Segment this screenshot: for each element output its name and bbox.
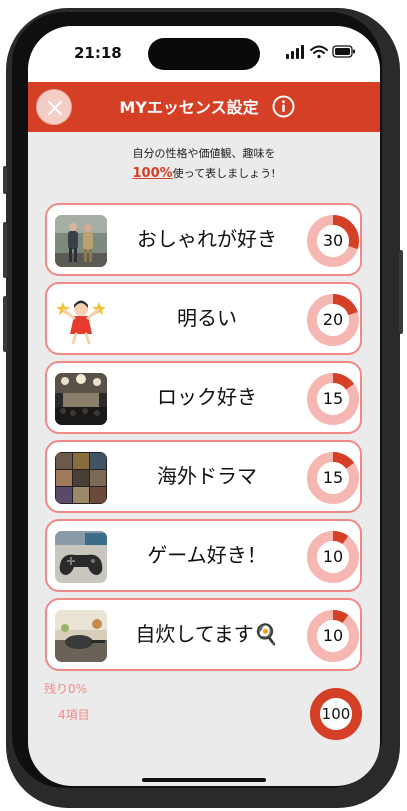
- wifi-icon: [310, 45, 328, 59]
- percent-ring[interactable]: 20: [307, 294, 359, 346]
- essence-thumbnail-drama: [55, 452, 107, 504]
- percent-value: 15: [322, 389, 344, 408]
- total-ring: 100: [310, 688, 362, 740]
- mute-switch: [3, 166, 7, 194]
- essence-thumbnail-rock: [55, 373, 107, 425]
- essence-thumbnail-cheerful: [55, 294, 107, 346]
- essence-label: 自炊してます🍳: [135, 622, 279, 646]
- essence-card[interactable]: ロック好き 15: [45, 361, 362, 434]
- essence-card[interactable]: おしゃれが好き 30: [45, 203, 362, 276]
- essence-card[interactable]: ゲーム好き！ 10: [45, 519, 362, 592]
- essence-card[interactable]: 自炊してます🍳 10: [45, 598, 362, 671]
- status-bar: 21:18: [28, 26, 380, 82]
- home-indicator[interactable]: [142, 778, 266, 782]
- essence-thumbnail-fashion: [55, 215, 107, 267]
- intro-line-2-rest: 使って表しましょう!: [172, 167, 276, 180]
- essence-label: 海外ドラマ: [157, 464, 257, 488]
- essence-thumbnail-cooking: [55, 610, 107, 662]
- intro-percent: 100%: [132, 166, 173, 181]
- essence-thumbnail-games: [55, 531, 107, 583]
- dynamic-island: [148, 38, 260, 70]
- total-value: 100: [321, 705, 351, 723]
- intro-text: 自分の性格や価値観、趣味を 100%使って表しましょう!: [28, 144, 380, 184]
- info-icon[interactable]: [272, 95, 295, 118]
- volume-down-button: [3, 296, 7, 352]
- percent-ring[interactable]: 15: [307, 452, 359, 504]
- status-icons: [286, 45, 355, 59]
- battery-icon: [332, 45, 355, 58]
- essence-label: ゲーム好き！: [147, 543, 267, 567]
- remaining-percent: 残り0%: [44, 682, 88, 696]
- percent-ring[interactable]: 10: [307, 610, 359, 662]
- percent-ring[interactable]: 10: [307, 531, 359, 583]
- essence-label: 明るい: [177, 306, 237, 330]
- essence-card[interactable]: 海外ドラマ 15: [45, 440, 362, 513]
- app-screen: 21:18 MYエッセンス設定 自分の性格や価値観、趣味を 100%使って表しま…: [28, 26, 380, 786]
- page-title-text: MYエッセンス設定: [119, 98, 259, 117]
- app-header: MYエッセンス設定: [28, 82, 380, 132]
- percent-ring[interactable]: 30: [307, 215, 359, 267]
- essence-label: おしゃれが好き: [137, 227, 277, 251]
- intro-line-1: 自分の性格や価値観、趣味を: [132, 147, 276, 160]
- volume-up-button: [3, 222, 7, 278]
- percent-value: 15: [322, 468, 344, 487]
- percent-ring[interactable]: 15: [307, 373, 359, 425]
- status-time: 21:18: [74, 44, 122, 62]
- essence-card[interactable]: 明るい 20: [45, 282, 362, 355]
- power-button: [399, 250, 403, 334]
- essence-label: ロック好き: [157, 385, 257, 409]
- percent-value: 10: [322, 626, 344, 645]
- percent-value: 20: [322, 310, 344, 329]
- cellular-signal-icon: [286, 45, 304, 59]
- item-count: 4項目: [58, 708, 90, 722]
- intro-line-2: 100%使って表しましょう!: [28, 164, 380, 184]
- percent-value: 10: [322, 547, 344, 566]
- percent-value: 30: [322, 231, 344, 250]
- page-title: MYエッセンス設定: [28, 94, 380, 118]
